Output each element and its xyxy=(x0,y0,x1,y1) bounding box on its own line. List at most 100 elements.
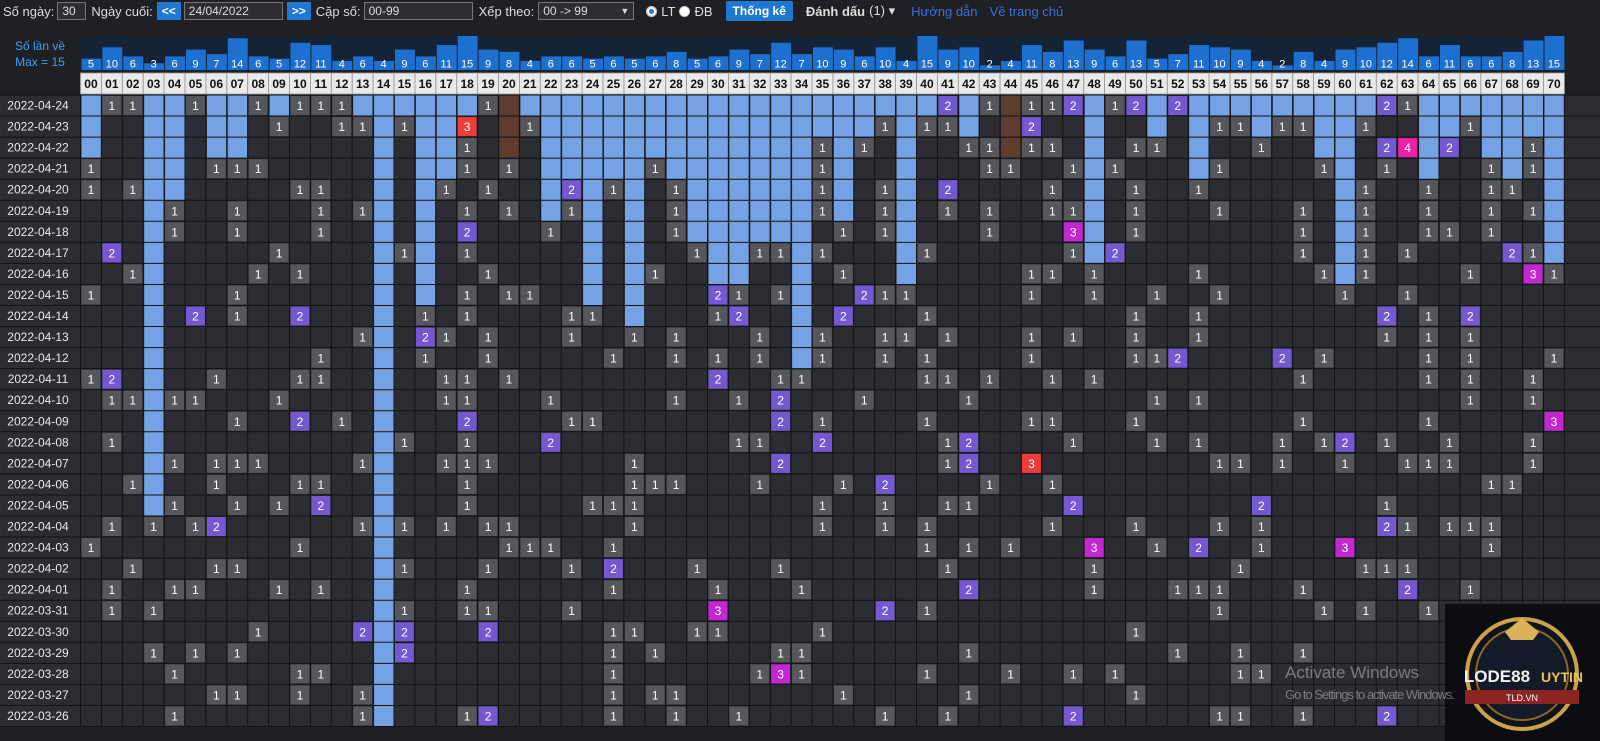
count-value: 12 xyxy=(1381,59,1393,71)
hit-count: 1 xyxy=(1488,162,1495,176)
hit-count: 1 xyxy=(485,267,492,281)
hit-count: 3 xyxy=(1070,225,1077,239)
hit-count: 1 xyxy=(171,667,178,681)
hit-count: 1 xyxy=(234,204,241,218)
hit-count: 1 xyxy=(318,352,325,366)
hit-count: 1 xyxy=(777,373,784,387)
count-value: 6 xyxy=(548,59,554,71)
date-label: 2022-03-27 xyxy=(7,688,69,702)
hit-count: 1 xyxy=(652,688,659,702)
hit-count: 1 xyxy=(297,267,304,281)
hit-count: 1 xyxy=(485,331,492,345)
hit-count: 1 xyxy=(1091,373,1098,387)
streak-bar xyxy=(687,95,707,243)
date-label: 2022-04-13 xyxy=(7,330,69,344)
hit-count: 1 xyxy=(1133,141,1140,155)
hit-count: 1 xyxy=(359,204,366,218)
hit-count: 1 xyxy=(1028,99,1035,113)
number-header: 57 xyxy=(1276,77,1290,91)
hit-count: 1 xyxy=(924,541,931,555)
hit-count: 2 xyxy=(610,562,617,576)
hit-count: 1 xyxy=(986,141,993,155)
count-value: 12 xyxy=(294,59,306,71)
count-value: 10 xyxy=(816,59,828,71)
hit-count: 1 xyxy=(464,141,471,155)
hit-count: 1 xyxy=(945,120,952,134)
hit-count: 1 xyxy=(1028,352,1035,366)
number-header: 58 xyxy=(1296,77,1310,91)
hit-count: 2 xyxy=(1195,541,1202,555)
hit-count: 1 xyxy=(903,288,910,302)
hit-count: 1 xyxy=(965,499,972,513)
hit-count: 1 xyxy=(255,457,262,471)
count-value: 9 xyxy=(1342,59,1348,71)
hit-count: 1 xyxy=(882,352,889,366)
hit-count: 1 xyxy=(1342,457,1349,471)
hit-count: 1 xyxy=(1091,288,1098,302)
hit-count: 1 xyxy=(568,331,575,345)
hit-count: 1 xyxy=(986,99,993,113)
count-value: 11 xyxy=(441,59,452,71)
hit-count: 1 xyxy=(568,562,575,576)
streak-bar xyxy=(792,95,812,369)
number-header: 46 xyxy=(1046,77,1060,91)
hit-count: 1 xyxy=(1237,457,1244,471)
hit-count: 1 xyxy=(1216,162,1223,176)
number-header: 45 xyxy=(1025,77,1039,91)
hit-count: 2 xyxy=(464,225,471,239)
number-header: 01 xyxy=(105,77,119,91)
hit-count: 1 xyxy=(945,457,952,471)
streak-bar xyxy=(227,95,248,159)
hit-count: 1 xyxy=(945,373,952,387)
hit-count: 1 xyxy=(756,246,763,260)
number-header: 62 xyxy=(1380,77,1394,91)
hit-count: 2 xyxy=(1174,352,1181,366)
hit-count: 1 xyxy=(673,331,680,345)
date-label: 2022-04-05 xyxy=(7,498,69,512)
hit-count: 3 xyxy=(715,604,722,618)
hit-count: 1 xyxy=(840,267,847,281)
number-header: 59 xyxy=(1317,77,1331,91)
streak-bar xyxy=(917,95,937,117)
hit-count: 1 xyxy=(1467,373,1474,387)
hit-count: 1 xyxy=(129,562,136,576)
count-value: 5 xyxy=(1154,59,1160,71)
hit-count: 1 xyxy=(422,310,429,324)
date-label: 2022-04-09 xyxy=(7,414,69,428)
hit-count: 1 xyxy=(297,541,304,555)
number-header: 03 xyxy=(147,77,161,91)
hit-count: 1 xyxy=(589,499,596,513)
number-header: 67 xyxy=(1485,77,1499,91)
number-header: 65 xyxy=(1443,77,1457,91)
hit-count: 1 xyxy=(1488,478,1495,492)
hit-count: 1 xyxy=(965,141,972,155)
header-line-2: Max = 15 xyxy=(15,55,65,69)
hit-count: 2 xyxy=(464,415,471,429)
hit-count: 1 xyxy=(401,436,408,450)
hit-count: 1 xyxy=(1216,709,1223,723)
hit-count: 1 xyxy=(1237,709,1244,723)
hit-count: 2 xyxy=(840,310,847,324)
streak-bar xyxy=(896,95,916,285)
hit-count: 1 xyxy=(485,457,492,471)
hit-count: 1 xyxy=(1446,436,1453,450)
hit-count: 1 xyxy=(924,120,931,134)
hit-count: 1 xyxy=(610,688,617,702)
hit-count: 1 xyxy=(359,688,366,702)
hit-count: 1 xyxy=(1363,225,1370,239)
hit-count: 1 xyxy=(945,331,952,345)
hit-count: 1 xyxy=(464,310,471,324)
hit-count: 1 xyxy=(1049,373,1056,387)
hit-count: 1 xyxy=(1133,415,1140,429)
frequency-grid: Số lần vềMax = 15 5 10 6 3 6 9 7 14 6 5 12 11 4 6 4 9 6 11… xyxy=(0,22,1600,741)
date-label: 2022-03-26 xyxy=(7,709,69,723)
hit-count: 1 xyxy=(171,457,178,471)
hit-count: 1 xyxy=(109,604,116,618)
hit-count: 1 xyxy=(1321,604,1328,618)
number-header: 04 xyxy=(168,77,182,91)
hit-count: 1 xyxy=(673,394,680,408)
number-header: 16 xyxy=(419,77,433,91)
hit-count: 1 xyxy=(464,246,471,260)
hit-count: 1 xyxy=(1007,667,1014,681)
hit-count: 2 xyxy=(1279,352,1286,366)
